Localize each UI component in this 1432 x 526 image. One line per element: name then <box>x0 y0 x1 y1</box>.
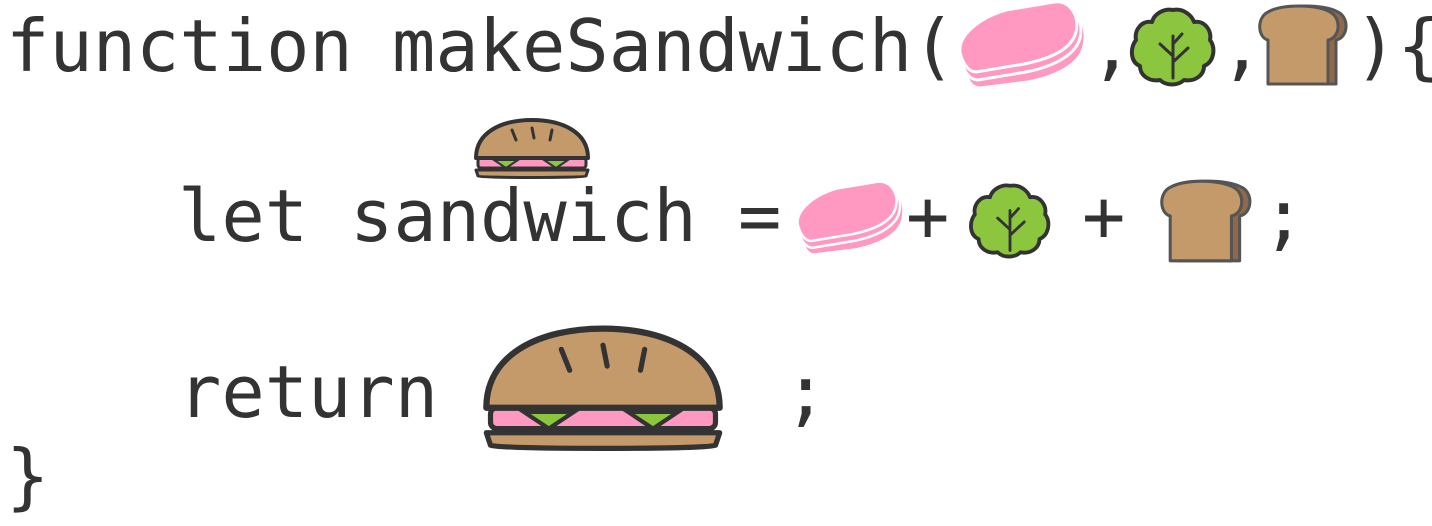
bread-slice-icon <box>1160 178 1258 266</box>
equals-sign: = <box>738 174 782 258</box>
lettuce-icon <box>1129 6 1216 87</box>
close-brace: } <box>6 434 50 518</box>
semicolon: ; <box>784 350 828 434</box>
function-keyword: function <box>6 4 353 88</box>
let-keyword: let <box>178 174 309 258</box>
sandwich-icon <box>472 118 592 180</box>
sandwich-icon <box>478 322 728 456</box>
bread-slice-icon <box>1258 4 1354 88</box>
code-illustration: function makeSandwich( , , ){ <box>0 0 1432 526</box>
lettuce-icon <box>968 182 1052 259</box>
plus-sign: + <box>1082 174 1126 258</box>
ham-slices-icon <box>958 0 1088 90</box>
plus-sign: + <box>906 174 950 258</box>
semicolon: ; <box>1262 174 1306 258</box>
variable-name: sandwich <box>350 174 697 258</box>
close-paren-brace: ){ <box>1354 4 1432 88</box>
comma: , <box>1090 4 1134 88</box>
return-keyword: return <box>178 350 439 434</box>
function-name: makeSandwich( <box>392 4 956 88</box>
ham-slices-icon <box>796 180 906 258</box>
comma: , <box>1220 4 1264 88</box>
